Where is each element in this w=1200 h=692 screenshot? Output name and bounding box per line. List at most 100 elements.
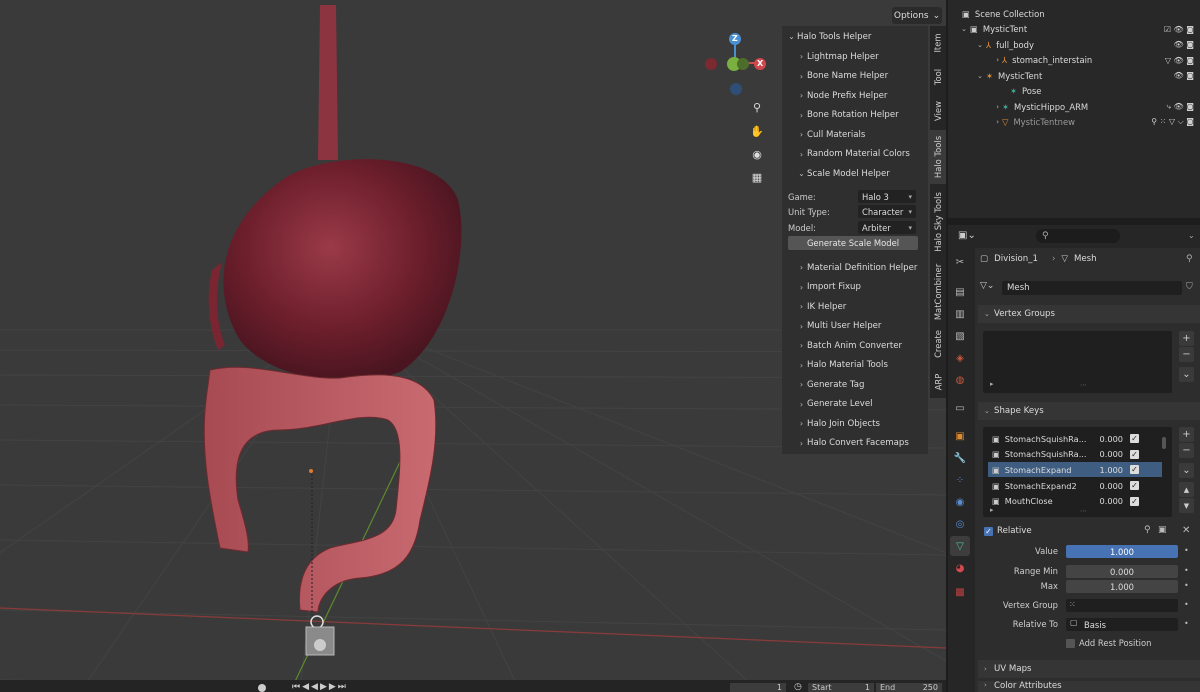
outliner-row[interactable]: ⌄ ✶ MysticTent 👁 ◙ xyxy=(948,68,1200,83)
disclosure-arrow-icon[interactable]: ⌄ xyxy=(948,25,970,33)
move-down-icon[interactable]: ▼ xyxy=(1179,498,1194,513)
max-field[interactable]: 1.000 xyxy=(1066,580,1178,593)
shape-key-row[interactable]: ▣ StomachExpand 1.000 ✓ xyxy=(988,462,1162,478)
sidebar-tab-1[interactable]: Tool xyxy=(930,60,946,94)
vertex-group-field[interactable] xyxy=(1066,599,1178,612)
add-vertex-group-button[interactable]: + xyxy=(1179,331,1194,346)
tool-tab-icon[interactable]: ✂ xyxy=(950,252,970,272)
outliner-row[interactable]: ⌄ ▣ MysticTent ☑ 👁 ◙ xyxy=(948,22,1200,37)
output-tab-icon[interactable]: ▥ xyxy=(950,304,970,324)
playback-controls-icon[interactable]: ⏮◀◀▶▶⏭ xyxy=(292,682,348,692)
current-frame-field[interactable]: 1 xyxy=(730,683,786,692)
keyframe-dot-icon[interactable]: • xyxy=(1184,619,1189,628)
disclosure-arrow-icon[interactable]: ⌄ xyxy=(948,72,986,80)
outliner-row[interactable]: ✶ Pose xyxy=(948,84,1200,99)
shape-key-row[interactable]: ▣ MouthClose 0.000 ✓ xyxy=(988,494,1162,509)
disclosure-arrow-icon[interactable]: › xyxy=(948,103,1002,111)
world-tab-icon[interactable]: ◍ xyxy=(950,370,970,390)
panel-item-items_top-0[interactable]: › Lightmap Helper xyxy=(782,47,928,66)
modifier-wrench-icon[interactable]: 🔧 xyxy=(950,448,970,468)
chevron-right-icon[interactable]: ▸ xyxy=(990,506,994,514)
pin-icon[interactable]: ⚲ xyxy=(1186,254,1193,264)
shape-key-row[interactable]: ▣ StomachExpand2 0.000 ✓ xyxy=(988,478,1162,493)
panel-item-items_bottom-2[interactable]: › IK Helper xyxy=(782,297,928,316)
color-attributes-header[interactable]: › Color Attributes xyxy=(978,681,1200,692)
edit-mode-icon[interactable]: ▣ xyxy=(1158,525,1167,535)
remove-shape-key-button[interactable]: − xyxy=(1179,443,1194,458)
record-icon[interactable] xyxy=(258,684,266,692)
vertex-groups-list[interactable] xyxy=(983,331,1172,393)
shape-key-specials-button[interactable]: ⌄ xyxy=(1179,463,1194,478)
camera-icon[interactable]: ◉ xyxy=(748,145,766,163)
vertex-groups-header[interactable]: ⌄ Vertex Groups xyxy=(978,305,1200,323)
panel-item-items_top-1[interactable]: › Bone Name Helper xyxy=(782,67,928,86)
panel-item-items_bottom-0[interactable]: › Material Definition Helper xyxy=(782,258,928,277)
physics-tab-icon[interactable]: ◉ xyxy=(950,492,970,512)
sidebar-tab-6[interactable]: Create xyxy=(930,326,946,362)
keyframe-dot-icon[interactable]: • xyxy=(1184,546,1189,555)
checkmark-icon[interactable]: ✓ xyxy=(1130,449,1139,459)
sidebar-tab-2[interactable]: View xyxy=(930,94,946,128)
visibility-icons[interactable]: 👁 ◙ xyxy=(1174,40,1194,49)
panel-item-items_top-3[interactable]: › Bone Rotation Helper xyxy=(782,106,928,125)
panel-item-items_bottom-3[interactable]: › Multi User Helper xyxy=(782,317,928,336)
outliner-row[interactable]: ▣ Scene Collection xyxy=(948,6,1200,21)
disclosure-arrow-icon[interactable]: › xyxy=(948,118,1002,126)
value-slider[interactable]: 1.000 xyxy=(1066,545,1178,558)
uv-maps-header[interactable]: › UV Maps xyxy=(978,660,1200,678)
chevron-down-icon[interactable]: ⌄ xyxy=(1188,231,1195,240)
range-min-field[interactable]: 0.000 xyxy=(1066,565,1178,578)
outliner-row[interactable]: › ▽ MysticTentnew ⚲ ⁙ ▽ ⌵ ◙ xyxy=(948,115,1200,130)
scene-tab-icon[interactable]: ◈ xyxy=(950,348,970,368)
panel-item-items_bottom-5[interactable]: › Halo Material Tools xyxy=(782,356,928,375)
move-up-icon[interactable]: ▲ xyxy=(1179,482,1194,497)
relative-checkbox[interactable]: ✓ Relative xyxy=(984,526,1032,536)
pin-shape-icon[interactable]: ⚲ xyxy=(1144,525,1151,535)
properties-search-input[interactable]: ⚲ xyxy=(1036,229,1120,243)
panel-header-halo-tools[interactable]: ⌄ Halo Tools Helper xyxy=(782,27,928,46)
outliner-row[interactable]: ⌄ ⅄ full_body 👁 ◙ xyxy=(948,37,1200,52)
visibility-icons[interactable]: ⚲ ⁙ ▽ ⌵ ◙ xyxy=(1151,117,1194,127)
resize-handle-icon[interactable]: ⋯ xyxy=(1080,381,1087,389)
list-scrollbar[interactable] xyxy=(1162,437,1166,449)
keyframe-dot-icon[interactable]: • xyxy=(1184,581,1189,590)
remove-vertex-group-button[interactable]: − xyxy=(1179,347,1194,362)
visibility-icons[interactable]: ⤷ 👁 ◙ xyxy=(1167,102,1194,112)
chevron-right-icon[interactable]: ▸ xyxy=(990,380,994,388)
sidebar-tab-5[interactable]: MatCombiner xyxy=(930,260,946,324)
editor-type-icon[interactable]: ▣⌄ xyxy=(958,230,976,241)
sidebar-tab-0[interactable]: Item xyxy=(930,30,946,56)
model-select[interactable]: Arbiter ▾ xyxy=(858,221,916,234)
panel-item-items_bottom-8[interactable]: › Halo Join Objects xyxy=(782,414,928,433)
shape-key-row[interactable]: ▣ StomachSquishRa... 0.000 ✓ xyxy=(988,431,1162,446)
mesh-data-tab-icon[interactable]: ▽ xyxy=(950,536,970,556)
view-layer-tab-icon[interactable]: ▧ xyxy=(950,326,970,346)
visibility-icons[interactable]: 👁 ◙ xyxy=(1174,71,1194,80)
add-rest-position-checkbox[interactable]: Add Rest Position xyxy=(1066,638,1151,648)
render-tab-icon[interactable]: ▤ xyxy=(950,282,970,302)
checkmark-icon[interactable]: ✓ xyxy=(1130,496,1139,506)
particles-tab-icon[interactable]: ⁘ xyxy=(950,470,970,490)
start-frame-field[interactable]: Start 1 xyxy=(808,683,874,692)
checkmark-icon[interactable]: ✓ xyxy=(1130,481,1139,491)
outliner-row[interactable]: › ✶ MysticHippo_ARM ⤷ 👁 ◙ xyxy=(948,99,1200,114)
keyframe-dot-icon[interactable]: • xyxy=(1184,600,1189,609)
disclosure-arrow-icon[interactable]: ⌄ xyxy=(948,41,986,49)
options-dropdown[interactable]: Options ⌄ xyxy=(892,7,942,24)
pan-hand-icon[interactable]: ✋ xyxy=(748,122,766,140)
collection-tab-icon[interactable]: ▭ xyxy=(950,398,970,418)
panel-item-items_bottom-1[interactable]: › Import Fixup xyxy=(782,278,928,297)
shape-key-row[interactable]: ▣ StomachSquishRa... 0.000 ✓ xyxy=(988,447,1162,462)
shape-keys-header[interactable]: ⌄ Shape Keys xyxy=(978,402,1200,420)
sidebar-tab-3[interactable]: Halo Tools xyxy=(930,130,946,184)
add-shape-key-button[interactable]: + xyxy=(1179,427,1194,442)
keyframe-dot-icon[interactable]: • xyxy=(1184,566,1189,575)
panel-item-items_top-5[interactable]: › Random Material Colors xyxy=(782,145,928,164)
panel-item-items_bottom-9[interactable]: › Halo Convert Facemaps xyxy=(782,434,928,453)
sidebar-tab-7[interactable]: ARP xyxy=(930,364,946,400)
zoom-icon[interactable]: ⚲ xyxy=(748,98,766,116)
mesh-name-field[interactable]: Mesh xyxy=(1002,281,1182,295)
resize-handle-icon[interactable]: ⋯ xyxy=(1080,507,1087,515)
object-tab-icon[interactable]: ▣ xyxy=(950,426,970,446)
panel-item-items_bottom-6[interactable]: › Generate Tag xyxy=(782,375,928,394)
